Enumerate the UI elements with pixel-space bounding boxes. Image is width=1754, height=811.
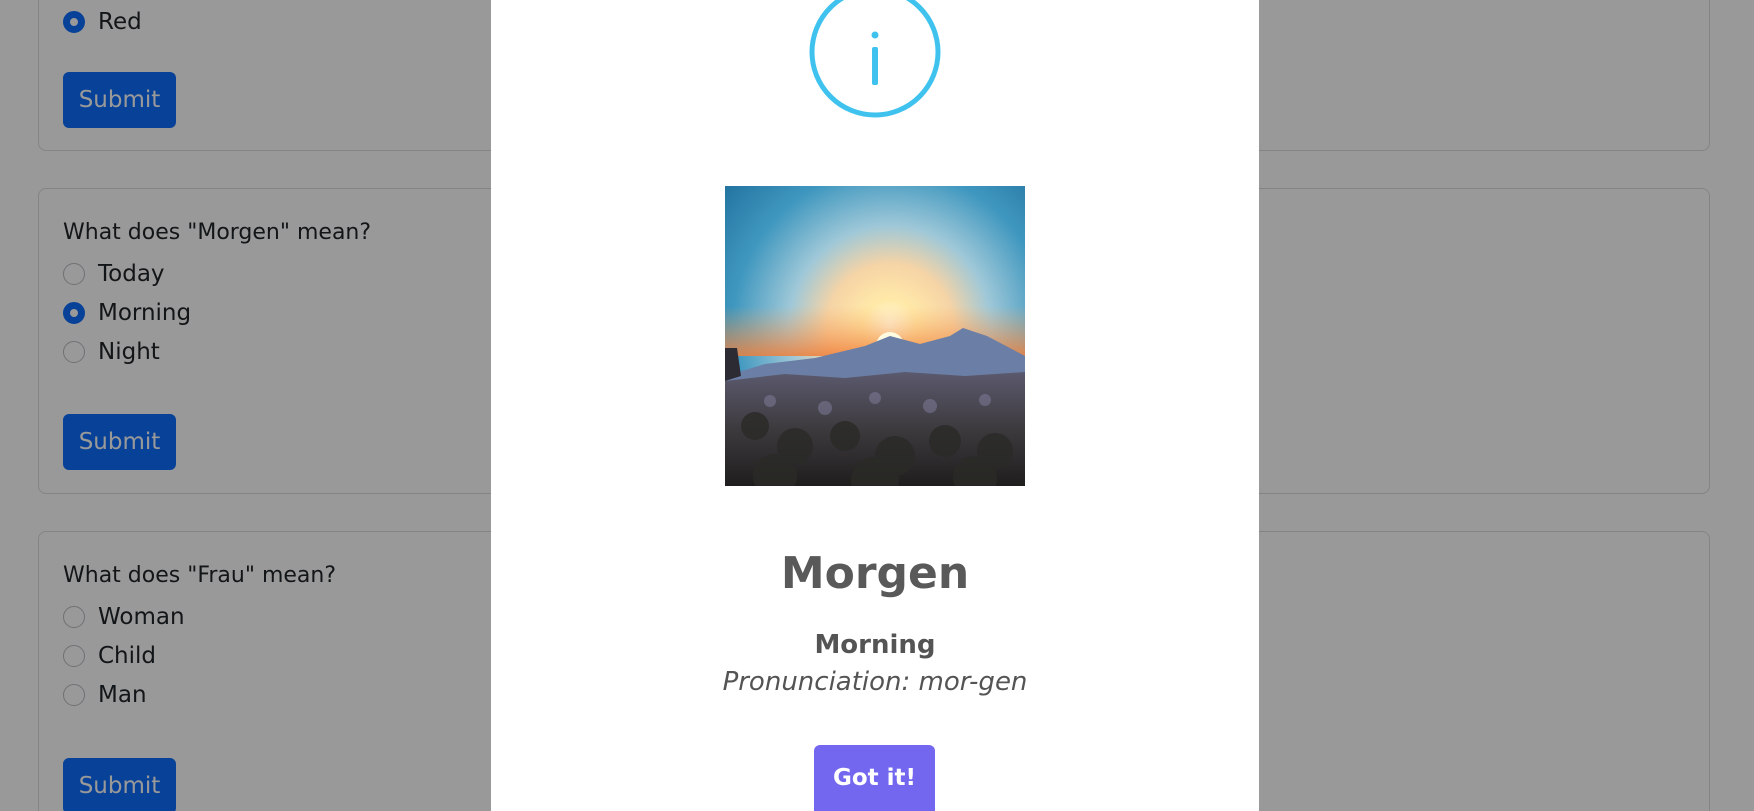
translation-text: Morning: [814, 630, 936, 660]
sunrise-image: [725, 186, 1025, 486]
pronunciation-text: Pronunciation: mor-gen: [722, 667, 1028, 697]
page: Red Submit What does "Morgen" mean? Toda…: [0, 0, 1754, 811]
info-icon: [809, 0, 941, 118]
modal-title: Morgen: [780, 548, 970, 599]
got-it-button[interactable]: Got it!: [814, 745, 935, 811]
word-info-modal: Morgen Morning Pronunciation: mor-gen Go…: [491, 0, 1259, 811]
